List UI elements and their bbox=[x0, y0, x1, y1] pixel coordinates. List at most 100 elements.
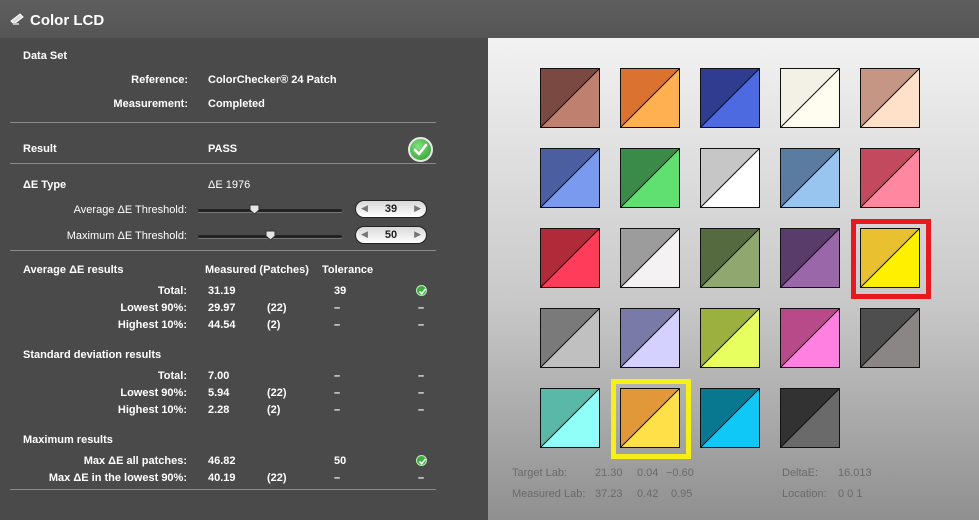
average-header: Average ΔE results bbox=[23, 264, 124, 276]
row-patches: (2) bbox=[267, 404, 281, 416]
delta-e-value: 16.013 bbox=[838, 467, 872, 479]
row-measured: 40.19 bbox=[208, 472, 236, 484]
max-threshold-label: Maximum ΔE Threshold: bbox=[66, 230, 187, 242]
color-patch[interactable] bbox=[540, 308, 600, 368]
row-status: – bbox=[418, 370, 425, 382]
row-status: – bbox=[418, 302, 425, 314]
measurement-value: Completed bbox=[208, 98, 265, 110]
row-tolerance: – bbox=[334, 370, 341, 382]
row-tolerance: – bbox=[334, 319, 341, 331]
color-patch[interactable] bbox=[860, 308, 920, 368]
divider bbox=[10, 489, 436, 490]
delta-e-type-value: ΔE 1976 bbox=[208, 179, 251, 191]
selected-patch-highlight bbox=[851, 219, 931, 299]
color-patch[interactable] bbox=[620, 228, 680, 288]
row-status: – bbox=[418, 319, 425, 331]
color-patch[interactable] bbox=[700, 68, 760, 128]
avg-threshold-slider-handle[interactable] bbox=[249, 204, 260, 215]
worst-patch-highlight bbox=[611, 379, 691, 459]
row-status: – bbox=[418, 387, 425, 399]
row-label: Total: bbox=[157, 285, 187, 297]
measured-column-header: Measured (Patches) bbox=[205, 264, 309, 276]
color-patch[interactable] bbox=[700, 228, 760, 288]
row-label: Total: bbox=[157, 370, 187, 382]
color-patch[interactable] bbox=[780, 68, 840, 128]
color-patch[interactable] bbox=[540, 148, 600, 208]
color-patch[interactable] bbox=[620, 308, 680, 368]
measured-lab-label: Measured Lab: bbox=[512, 488, 586, 500]
measured-lab-b: 0.95 bbox=[671, 488, 693, 500]
row-patches: (22) bbox=[267, 387, 287, 399]
target-lab-label: Target Lab: bbox=[512, 467, 568, 479]
maximum-header: Maximum results bbox=[23, 434, 113, 446]
color-patch[interactable] bbox=[860, 68, 920, 128]
measured-lab-l: 37.23 bbox=[595, 488, 623, 500]
row-tolerance: 39 bbox=[334, 285, 347, 297]
title-bar: Color LCD bbox=[0, 0, 979, 38]
row-label: Highest 10%: bbox=[117, 319, 187, 331]
display-icon bbox=[10, 13, 24, 25]
row-label: Lowest 90%: bbox=[120, 387, 187, 399]
measurement-label: Measurement: bbox=[113, 98, 188, 110]
color-patch[interactable] bbox=[620, 68, 680, 128]
measured-lab-a: 0.42 bbox=[637, 488, 659, 500]
window-title: Color LCD bbox=[30, 12, 105, 29]
color-patch[interactable] bbox=[780, 308, 840, 368]
row-tolerance: – bbox=[334, 472, 341, 484]
color-patch[interactable] bbox=[700, 308, 760, 368]
divider bbox=[10, 122, 436, 123]
pass-check-icon bbox=[416, 285, 427, 296]
avg-threshold-stepper[interactable]: ◀ 39 ▶ bbox=[355, 200, 427, 218]
pass-check-icon bbox=[408, 137, 433, 162]
row-tolerance: – bbox=[334, 387, 341, 399]
reference-value: ColorChecker® 24 Patch bbox=[208, 74, 337, 86]
row-patches: (22) bbox=[267, 302, 287, 314]
row-tolerance: 50 bbox=[334, 455, 347, 467]
row-label: Max ΔE all patches: bbox=[83, 455, 187, 467]
target-lab-a: 0.04 bbox=[637, 467, 659, 479]
divider bbox=[10, 250, 436, 251]
row-measured: 44.54 bbox=[208, 319, 236, 331]
location-label: Location: bbox=[782, 488, 827, 500]
pass-check-icon bbox=[416, 455, 427, 466]
avg-threshold-label: Average ΔE Threshold: bbox=[73, 204, 187, 216]
result-label: Result bbox=[23, 143, 57, 155]
row-measured: 7.00 bbox=[208, 370, 230, 382]
color-patch[interactable] bbox=[620, 148, 680, 208]
color-patch[interactable] bbox=[540, 68, 600, 128]
target-lab-l: 21.30 bbox=[595, 467, 623, 479]
location-value: 0 0 1 bbox=[838, 488, 863, 500]
color-patch[interactable] bbox=[540, 228, 600, 288]
increment-icon[interactable]: ▶ bbox=[414, 203, 421, 214]
max-threshold-stepper[interactable]: ◀ 50 ▶ bbox=[355, 226, 427, 244]
row-label: Max ΔE in the lowest 90%: bbox=[48, 472, 187, 484]
row-tolerance: – bbox=[334, 404, 341, 416]
divider bbox=[10, 163, 436, 164]
tolerance-column-header: Tolerance bbox=[322, 264, 374, 276]
row-label: Highest 10%: bbox=[117, 404, 187, 416]
color-patch[interactable] bbox=[860, 148, 920, 208]
row-tolerance: – bbox=[334, 302, 341, 314]
delta-e-label: DeltaE: bbox=[782, 467, 819, 479]
row-measured: 2.28 bbox=[208, 404, 230, 416]
row-measured: 46.82 bbox=[208, 455, 236, 467]
color-patch[interactable] bbox=[780, 148, 840, 208]
row-status: – bbox=[418, 472, 425, 484]
color-patch[interactable] bbox=[540, 388, 600, 448]
max-threshold-slider-handle[interactable] bbox=[265, 230, 276, 241]
patch-view: Target Lab: 21.30 0.04 −0.60 Measured La… bbox=[488, 38, 979, 520]
row-patches: (2) bbox=[267, 319, 281, 331]
results-panel: Data Set Reference: ColorChecker® 24 Pat… bbox=[0, 38, 488, 520]
color-patch[interactable] bbox=[780, 388, 840, 448]
row-patches: (22) bbox=[267, 472, 287, 484]
dataset-header: Data Set bbox=[23, 50, 68, 62]
color-patch[interactable] bbox=[700, 388, 760, 448]
color-patch[interactable] bbox=[700, 148, 760, 208]
avg-threshold-slider[interactable] bbox=[198, 209, 342, 212]
stddev-header: Standard deviation results bbox=[23, 349, 162, 361]
row-status: – bbox=[418, 404, 425, 416]
row-measured: 5.94 bbox=[208, 387, 230, 399]
color-patch[interactable] bbox=[780, 228, 840, 288]
result-value: PASS bbox=[208, 143, 238, 155]
increment-icon[interactable]: ▶ bbox=[414, 229, 421, 240]
